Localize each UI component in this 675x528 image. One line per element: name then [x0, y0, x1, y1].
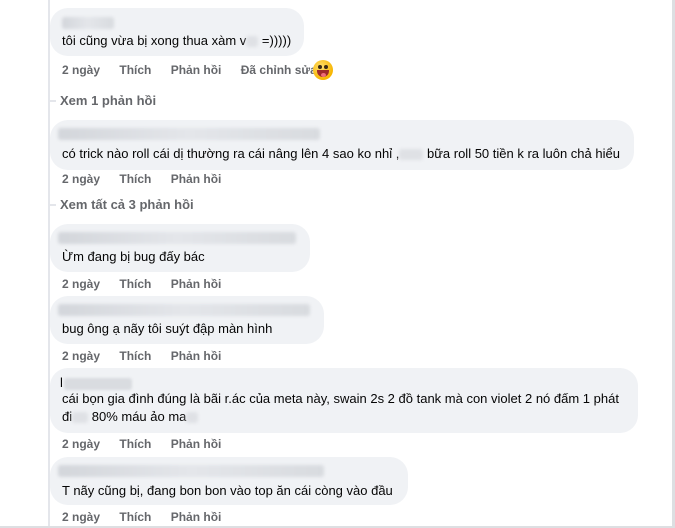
comment-author-redacted[interactable] — [58, 128, 320, 140]
comment-author-redacted[interactable] — [58, 232, 296, 244]
like-button[interactable]: Thích — [119, 277, 151, 291]
comment-bubble-4: bug ông ạ nãy tôi suýt đập màn hình — [50, 296, 324, 344]
timestamp-link[interactable]: 2 ngày — [62, 277, 100, 291]
comment-author-redacted[interactable] — [62, 17, 114, 29]
comment-actions-5: 2 ngày Thích Phản hồi — [62, 437, 237, 451]
like-button[interactable]: Thích — [119, 172, 151, 186]
comment-actions-6: 2 ngày Thích Phản hồi — [62, 510, 237, 524]
reply-button[interactable]: Phản hồi — [171, 277, 222, 291]
redacted-text — [72, 412, 89, 424]
comment-actions-4: 2 ngày Thích Phản hồi — [62, 349, 237, 363]
reply-button[interactable]: Phản hồi — [171, 172, 222, 186]
comment-text-line-1: cái bọn gia đình đúng là bãi r.ác của me… — [62, 391, 619, 406]
comment-actions-1: 2 ngày Thích Phản hồi Đã chỉnh sửa — [62, 63, 333, 77]
comment-text: Ừm đang bị bug đấy bác — [62, 249, 205, 264]
comment-author-redacted[interactable] — [58, 304, 310, 316]
reply-button[interactable]: Phản hồi — [171, 349, 222, 363]
reply-button[interactable]: Phản hồi — [171, 63, 222, 77]
timestamp-link[interactable]: 2 ngày — [62, 172, 100, 186]
comment-bubble-1: tôi cũng vừa bị xong thua xàm v =))))) — [50, 8, 304, 56]
like-button[interactable]: Thích — [119, 63, 151, 77]
comment-text: tôi cũng vừa bị xong thua xàm v =))))) — [62, 33, 292, 48]
comment-actions-3: 2 ngày Thích Phản hồi — [62, 277, 237, 291]
redacted-text — [186, 412, 199, 424]
like-button[interactable]: Thích — [119, 510, 151, 524]
reply-connector — [48, 204, 56, 206]
timestamp-link[interactable]: 2 ngày — [62, 63, 100, 77]
view-replies-link[interactable]: Xem 1 phản hồi — [60, 93, 156, 108]
laughing-emoji-icon[interactable] — [313, 60, 333, 80]
comment-bubble-2: có trick nào roll cái dị thường ra cái n… — [50, 120, 634, 170]
comment-bubble-6: T nãy cũng bị, đang bon bon vào top ăn c… — [50, 457, 408, 505]
redacted-text — [246, 36, 259, 48]
reply-button[interactable]: Phản hồi — [171, 510, 222, 524]
edited-label: Đã chỉnh sửa — [240, 63, 317, 77]
timestamp-link[interactable]: 2 ngày — [62, 349, 100, 363]
comment-actions-2: 2 ngày Thích Phản hồi — [62, 172, 237, 186]
comment-text: T nãy cũng bị, đang bon bon vào top ăn c… — [62, 483, 393, 498]
view-replies-link[interactable]: Xem tất cả 3 phản hồi — [60, 197, 194, 212]
timestamp-link[interactable]: 2 ngày — [62, 510, 100, 524]
like-button[interactable]: Thích — [119, 349, 151, 363]
reply-connector — [48, 100, 56, 102]
comment-author-redacted[interactable] — [64, 378, 132, 390]
thread-connector-line — [48, 0, 50, 528]
redacted-text — [399, 149, 424, 161]
comment-text: bug ông ạ nãy tôi suýt đập màn hình — [62, 321, 273, 336]
like-button[interactable]: Thích — [119, 437, 151, 451]
comment-text: có trick nào roll cái dị thường ra cái n… — [62, 146, 620, 161]
comment-text-line-2: đi 80% máu ảo ma — [62, 408, 199, 426]
comment-bubble-5: l cái bọn gia đình đúng là bãi r.ác của … — [50, 368, 638, 433]
comment-bubble-3: Ừm đang bị bug đấy bác — [50, 224, 310, 272]
timestamp-link[interactable]: 2 ngày — [62, 437, 100, 451]
reply-button[interactable]: Phản hồi — [171, 437, 222, 451]
comment-author-redacted[interactable] — [58, 465, 324, 477]
